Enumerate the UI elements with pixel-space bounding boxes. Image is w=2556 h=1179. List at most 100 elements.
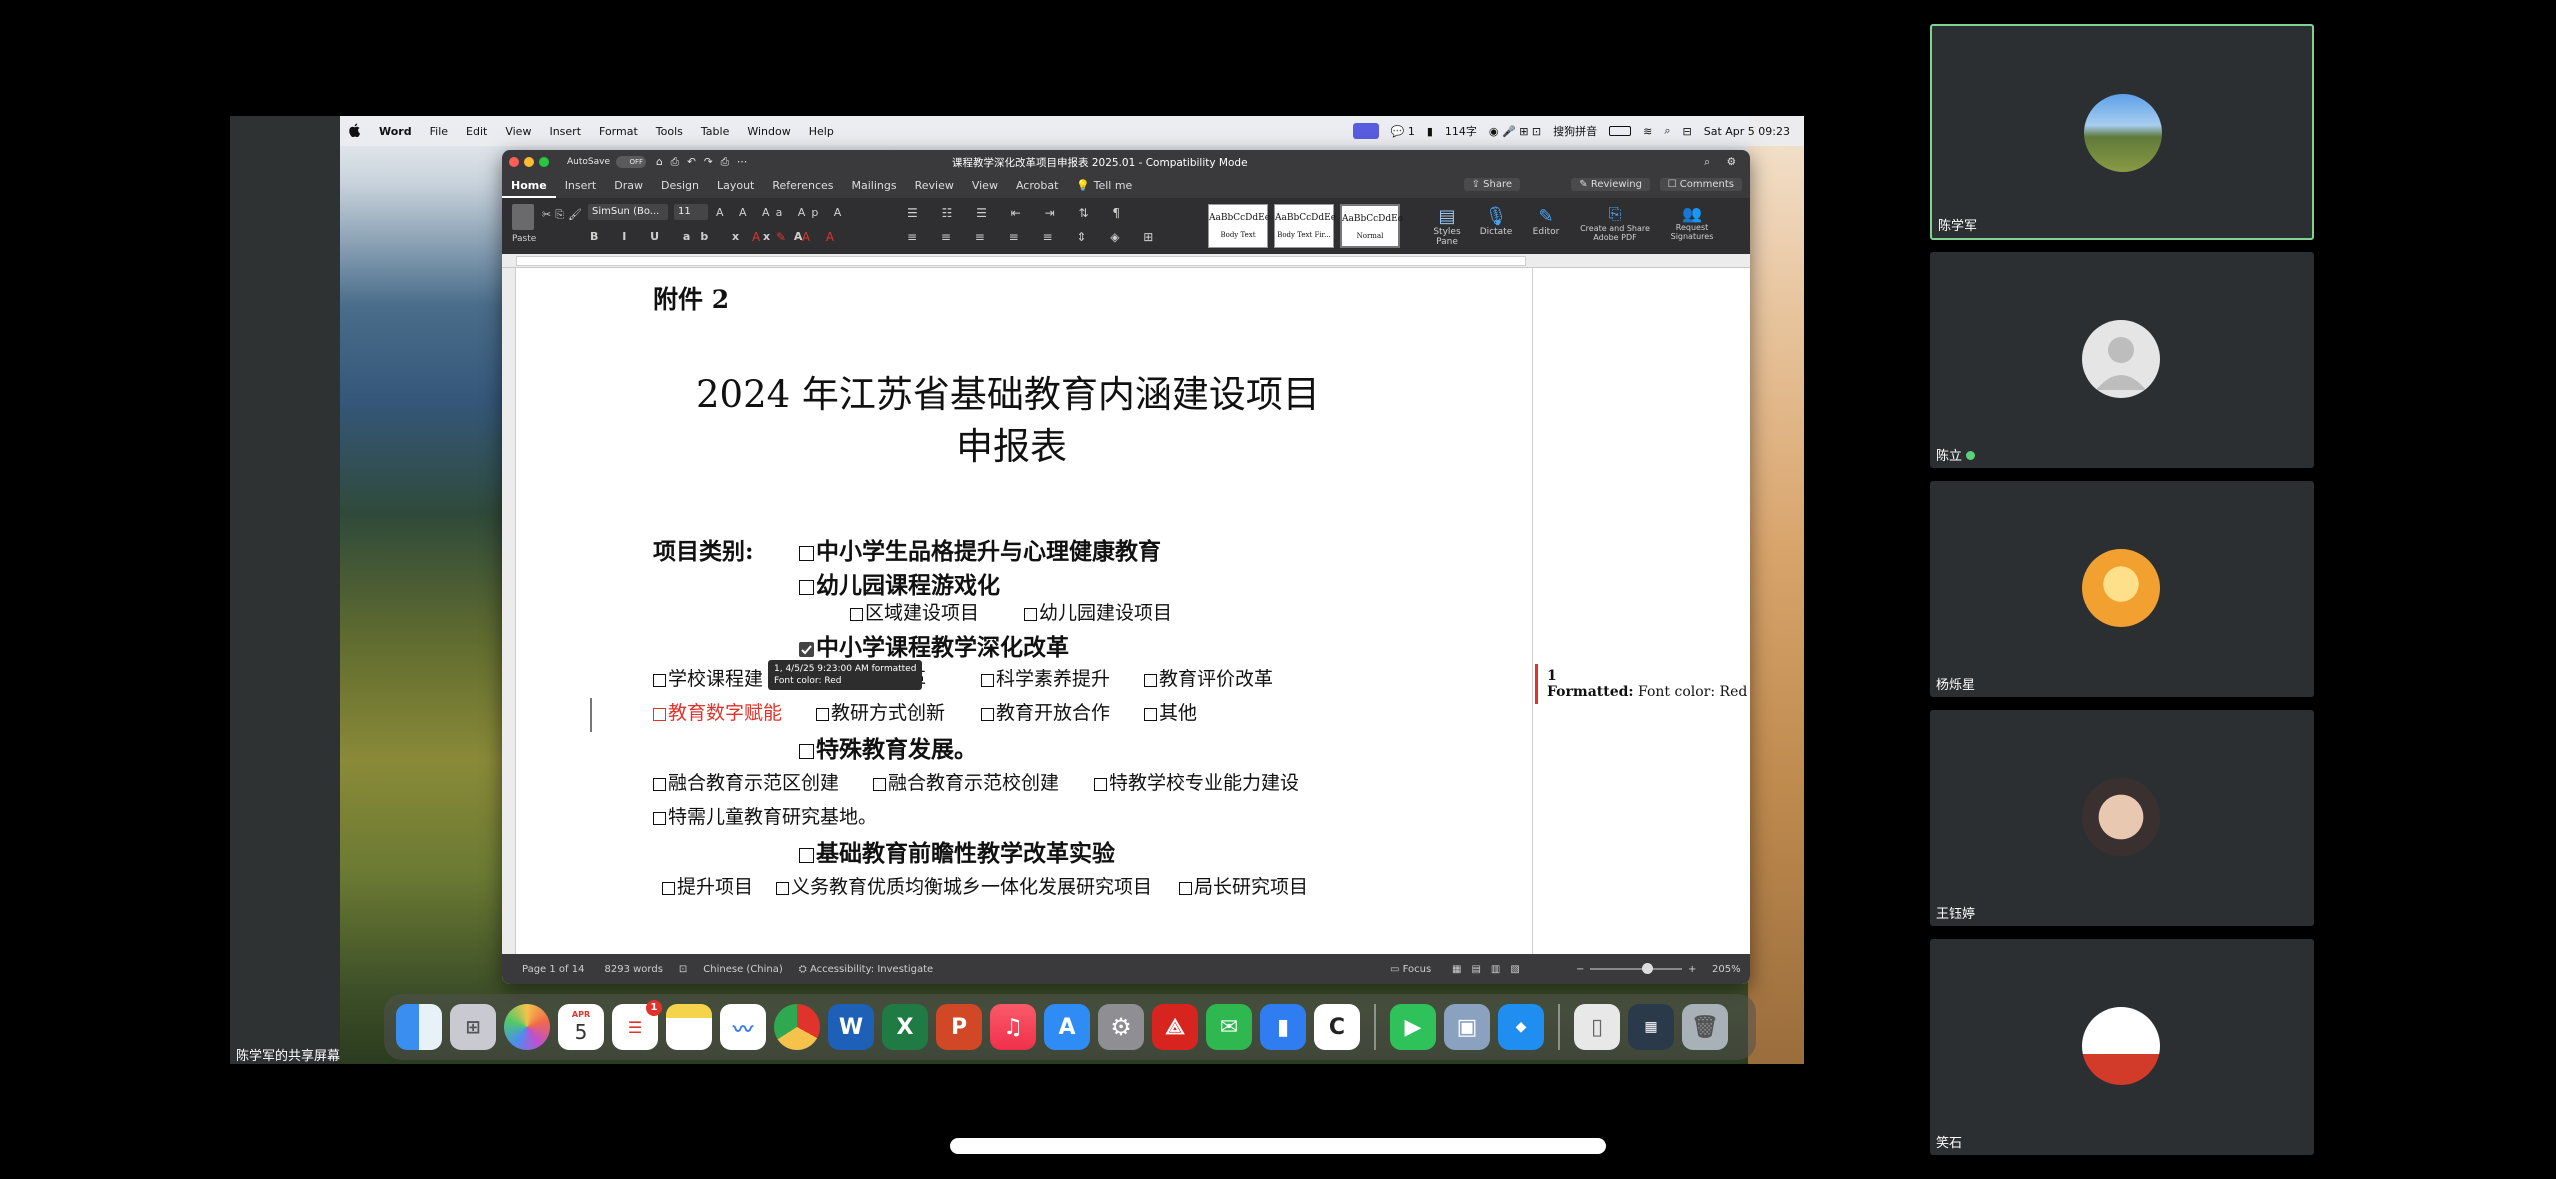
horizontal-ruler[interactable] <box>502 254 1750 268</box>
excel-icon[interactable]: X <box>882 1004 928 1050</box>
style-normal[interactable]: AaBbCcDdEe Normal <box>1340 204 1403 248</box>
calendar-icon[interactable]: APR 5 <box>558 1004 604 1050</box>
menu-table[interactable]: Table <box>692 125 738 138</box>
tab-home[interactable]: Home <box>502 174 556 198</box>
proofing-icon[interactable]: ⊡ <box>679 964 687 975</box>
participant-tile-3[interactable]: 杨烁星 <box>1930 481 2314 697</box>
app-store-icon[interactable]: A <box>1044 1004 1090 1050</box>
launchpad-icon[interactable]: ⊞ <box>450 1004 496 1050</box>
tab-view[interactable]: View <box>963 174 1007 198</box>
bookmark-icon[interactable]: ▮ <box>1427 125 1433 138</box>
checkbox[interactable] <box>981 674 994 687</box>
wechat-icon[interactable]: ✉ <box>1206 1004 1252 1050</box>
checkbox[interactable] <box>653 708 666 721</box>
zoom-slider[interactable] <box>1590 963 1682 974</box>
page-count[interactable]: Page 1 of 14 <box>522 964 584 975</box>
battery-icon[interactable] <box>1609 126 1632 136</box>
checkbox[interactable] <box>799 546 814 561</box>
accessibility-indicator[interactable]: ⛭ Accessibility: Investigate <box>799 964 933 975</box>
category-2[interactable]: 幼儿园课程游戏化 <box>799 566 1000 600</box>
zoom-level[interactable]: 205% <box>1712 964 1741 975</box>
category-3-option-4[interactable]: 教育数字赋能 <box>653 698 782 725</box>
tab-references[interactable]: References <box>763 174 842 198</box>
menu-window[interactable]: Window <box>738 125 799 138</box>
category-2-option-1[interactable]: 区域建设项目 <box>850 598 979 625</box>
view-mode-icons[interactable]: ▦▤▥▧ <box>1452 964 1530 975</box>
zoom-in-button[interactable]: + <box>1688 964 1696 975</box>
bookmark-app-icon[interactable]: ▮ <box>1260 1004 1306 1050</box>
checkbox[interactable] <box>873 778 886 791</box>
wechat-status-icon[interactable]: 💬 1 <box>1391 125 1415 138</box>
create-pdf-button[interactable]: ⎘ Create and Share Adobe PDF <box>1574 204 1656 242</box>
document-stack-icon[interactable]: ▯ <box>1574 1004 1620 1050</box>
checkbox[interactable] <box>799 848 814 863</box>
checkbox[interactable] <box>1144 674 1157 687</box>
acrobat-icon[interactable]: ⟁ <box>1152 1004 1198 1050</box>
word-icon[interactable]: W <box>828 1004 874 1050</box>
checkbox[interactable] <box>981 708 994 721</box>
notes-icon[interactable] <box>666 1004 712 1050</box>
comments-button[interactable]: ☐ Comments <box>1659 178 1742 191</box>
menu-insert[interactable]: Insert <box>540 125 590 138</box>
close-button[interactable] <box>509 157 519 167</box>
clipboard-icons[interactable]: ✂⎘🖌 <box>542 208 586 222</box>
language-indicator[interactable]: Chinese (China) <box>703 964 783 975</box>
participant-tile-2[interactable]: 陈立 <box>1930 252 2314 468</box>
apple-icon[interactable] <box>340 123 370 140</box>
paste-icon[interactable] <box>512 204 534 230</box>
zoom-out-button[interactable]: − <box>1576 964 1584 975</box>
menu-help[interactable]: Help <box>800 125 843 138</box>
category-1[interactable]: 中小学生品格提升与心理健康教育 <box>799 532 1161 566</box>
checkbox[interactable] <box>850 608 863 621</box>
checkbox[interactable] <box>799 744 814 759</box>
participant-tile-1[interactable]: 陈学军 <box>1930 24 2314 240</box>
menu-edit[interactable]: Edit <box>457 125 496 138</box>
category-3-option-5[interactable]: 教研方式创新 <box>816 698 945 725</box>
system-settings-icon[interactable]: ⚙ <box>1098 1004 1144 1050</box>
tab-layout[interactable]: Layout <box>708 174 763 198</box>
style-body-text[interactable]: AaBbCcDdEe Body Text <box>1208 204 1270 248</box>
category-3-option-1[interactable]: 学校课程建 <box>653 664 763 691</box>
font-grow-shrink-icons[interactable]: A A Aa Ap A <box>716 206 847 219</box>
search-icon[interactable]: ⌕ <box>1704 156 1710 169</box>
category-5-option-3[interactable]: 局长研究项目 <box>1179 872 1308 899</box>
tell-me-search[interactable]: 💡 Tell me <box>1067 174 1141 198</box>
checkbox[interactable] <box>1144 708 1157 721</box>
zoom-button[interactable] <box>539 157 549 167</box>
checkbox[interactable] <box>1179 882 1192 895</box>
checkbox[interactable] <box>799 580 814 595</box>
screen-share-icon[interactable] <box>1352 123 1379 139</box>
minimize-button[interactable] <box>524 157 534 167</box>
search-icon[interactable]: ⌕ <box>1664 124 1670 138</box>
menu-tools[interactable]: Tools <box>647 125 692 138</box>
menu-format[interactable]: Format <box>590 125 647 138</box>
revision-balloon[interactable]: Formatted: Font color: Red <box>1547 684 1747 700</box>
category-4-option-3[interactable]: 特教学校专业能力建设 <box>1094 768 1299 795</box>
font-name-select[interactable]: SimSun (Bo... <box>588 204 668 220</box>
participant-tile-4[interactable]: 王钰婷 <box>1930 710 2314 926</box>
settings-icon[interactable]: ⚙ <box>1727 156 1736 168</box>
photos-icon[interactable] <box>504 1004 550 1050</box>
autosave-toggle[interactable]: OFF <box>616 156 646 168</box>
category-3-option-7[interactable]: 其他 <box>1144 698 1197 725</box>
word-count[interactable]: 8293 words <box>604 964 662 975</box>
tab-insert[interactable]: Insert <box>556 174 606 198</box>
category-4[interactable]: 特殊教育发展。 <box>799 730 977 764</box>
zoom-slider-thumb[interactable] <box>1642 963 1653 974</box>
checkbox[interactable] <box>1024 608 1037 621</box>
style-body-text-first[interactable]: AaBbCcDdEe Body Text Fir... <box>1274 204 1336 248</box>
menu-word[interactable]: Word <box>370 125 421 138</box>
vertical-ruler[interactable] <box>502 268 516 954</box>
checkbox[interactable] <box>662 882 675 895</box>
focus-button[interactable]: ▭ Focus <box>1390 964 1431 975</box>
category-4-option-4[interactable]: 特需儿童教育研究基地。 <box>653 802 877 829</box>
menu-view[interactable]: View <box>496 125 540 138</box>
font-color-icons[interactable]: A ✎ A A <box>752 230 840 244</box>
checkbox-checked[interactable] <box>799 642 814 657</box>
preview-icon[interactable]: ▣ <box>1444 1004 1490 1050</box>
control-center-icon[interactable]: ⊟ <box>1683 125 1692 138</box>
editor-button[interactable]: ✎ Editor <box>1524 206 1568 237</box>
tencent-meeting-icon[interactable]: ◆ <box>1498 1004 1544 1050</box>
font-size-select[interactable]: 11 <box>674 204 708 220</box>
category-3-option-2[interactable]: 科学素养提升 <box>981 664 1110 691</box>
